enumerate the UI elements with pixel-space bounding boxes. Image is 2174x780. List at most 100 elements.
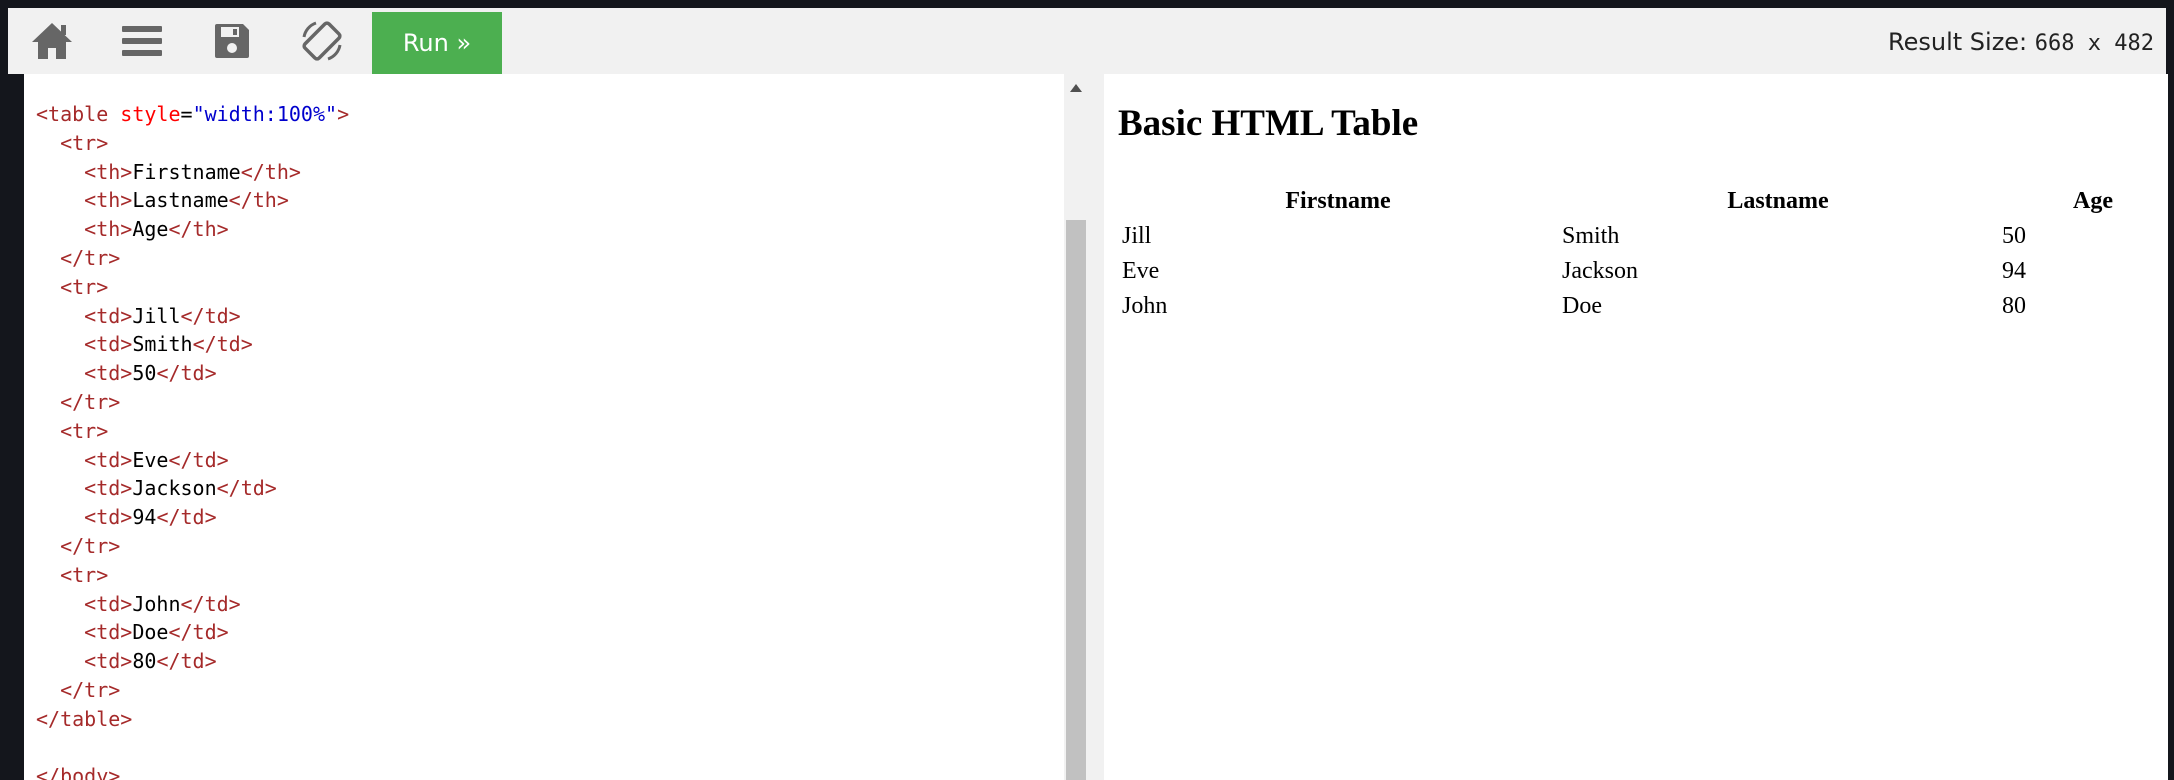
code-token: <td>	[84, 649, 133, 674]
table-cell: 50	[2002, 223, 2026, 249]
table-cell: Jill	[1122, 223, 1152, 249]
scroll-thumb[interactable]	[1066, 220, 1086, 780]
code-token: Jackson	[132, 476, 217, 501]
code-token: <td>	[84, 476, 133, 501]
code-token: </td>	[156, 649, 217, 674]
scroll-up-arrow-icon[interactable]	[1070, 84, 1082, 92]
code-token: <tr>	[60, 418, 109, 443]
code-line: <td>Doe</td>	[36, 618, 349, 647]
code-token: Smith	[132, 332, 193, 357]
table-row: Jill Smith 50	[1118, 219, 2168, 254]
code-line: <td>Eve</td>	[36, 446, 349, 475]
code-token: </td>	[156, 505, 217, 530]
code-token: </th>	[168, 217, 229, 242]
code-token: </th>	[228, 188, 289, 213]
code-token: <td>	[84, 447, 133, 472]
code-token: >	[337, 102, 350, 126]
code-line: <td>50</td>	[36, 359, 349, 388]
code-line: <tr>	[36, 129, 349, 158]
code-line: <th>Age</th>	[36, 215, 349, 244]
code-line: <td>80</td>	[36, 647, 349, 676]
code-token: </tr>	[60, 533, 121, 558]
code-token: 80	[132, 649, 157, 674]
code-line: <table style="width:100%">	[36, 100, 349, 129]
code-line: <td>Jill</td>	[36, 302, 349, 331]
code-token: <th>	[84, 159, 133, 184]
code-token: =	[180, 102, 193, 126]
table-row: Eve Jackson 94	[1118, 254, 2168, 289]
code-token: Lastname	[132, 188, 229, 213]
code-token: </td>	[168, 620, 229, 645]
code-token: </tr>	[60, 677, 121, 702]
table-header-row: Firstname Lastname Age	[1118, 184, 2168, 219]
code-token: 50	[132, 361, 157, 386]
table-cell: 94	[2002, 258, 2026, 284]
code-token: </tr>	[60, 245, 121, 270]
panel-divider[interactable]	[1088, 74, 1104, 780]
editor-scrollbar[interactable]	[1064, 74, 1088, 780]
rotate-icon[interactable]	[292, 16, 352, 66]
table-cell: Jackson	[1562, 258, 1638, 284]
code-token: </td>	[168, 447, 229, 472]
table-cell: John	[1122, 293, 1168, 319]
code-token: </td>	[192, 332, 253, 357]
table-cell: 80	[2002, 293, 2026, 319]
code-line: <tr>	[36, 273, 349, 302]
code-token: </tr>	[60, 389, 121, 414]
home-icon[interactable]	[22, 16, 82, 66]
table-header-cell: Lastname	[1727, 188, 1829, 214]
code-token: </td>	[216, 476, 277, 501]
table-row: John Doe 80	[1118, 289, 2168, 324]
code-token: </td>	[180, 303, 241, 328]
code-token: <tr>	[60, 274, 109, 299]
code-token: </th>	[240, 159, 301, 184]
code-token: <tr>	[60, 130, 109, 155]
code-token: <td>	[84, 332, 133, 357]
code-line: <td>Smith</td>	[36, 330, 349, 359]
result-size-readout: Result Size: 668 x 482	[1888, 28, 2154, 56]
code-line: </tr>	[36, 676, 349, 705]
code-editor[interactable]: <table style="width:100%"> <tr> <th>Firs…	[24, 74, 1064, 780]
code-line: <tr>	[36, 417, 349, 446]
code-token: <th>	[84, 217, 133, 242]
code-token: <td>	[84, 591, 133, 616]
code-token: Jill	[132, 303, 181, 328]
code-line: <th>Firstname</th>	[36, 158, 349, 187]
code-token: <td>	[84, 505, 133, 530]
code-line: <td>Jackson</td>	[36, 474, 349, 503]
code-line: </table>	[36, 705, 349, 734]
table-header-cell: Firstname	[1285, 188, 1391, 214]
menu-icon[interactable]	[112, 16, 172, 66]
code-token: Firstname	[132, 159, 241, 184]
code-line: <tr>	[36, 561, 349, 590]
code-line: </tr>	[36, 388, 349, 417]
code-token: <th>	[84, 188, 133, 213]
save-icon[interactable]	[202, 16, 262, 66]
code-token: <td>	[84, 361, 133, 386]
code-token: <td>	[84, 303, 133, 328]
code-token: </td>	[180, 591, 241, 616]
code-line: </body>	[36, 762, 349, 780]
code-line: <td>94</td>	[36, 503, 349, 532]
code-token: John	[132, 591, 181, 616]
result-heading: Basic HTML Table	[1118, 103, 1419, 144]
run-button[interactable]: Run »	[372, 12, 502, 74]
code-token: Eve	[132, 447, 169, 472]
table-header-cell: Age	[2073, 188, 2113, 214]
code-token: </body>	[36, 764, 121, 780]
code-lines: <table style="width:100%"> <tr> <th>Firs…	[36, 100, 349, 780]
code-token: <tr>	[60, 562, 109, 587]
code-token: "width:100%"	[192, 102, 338, 126]
code-token: Doe	[132, 620, 169, 645]
